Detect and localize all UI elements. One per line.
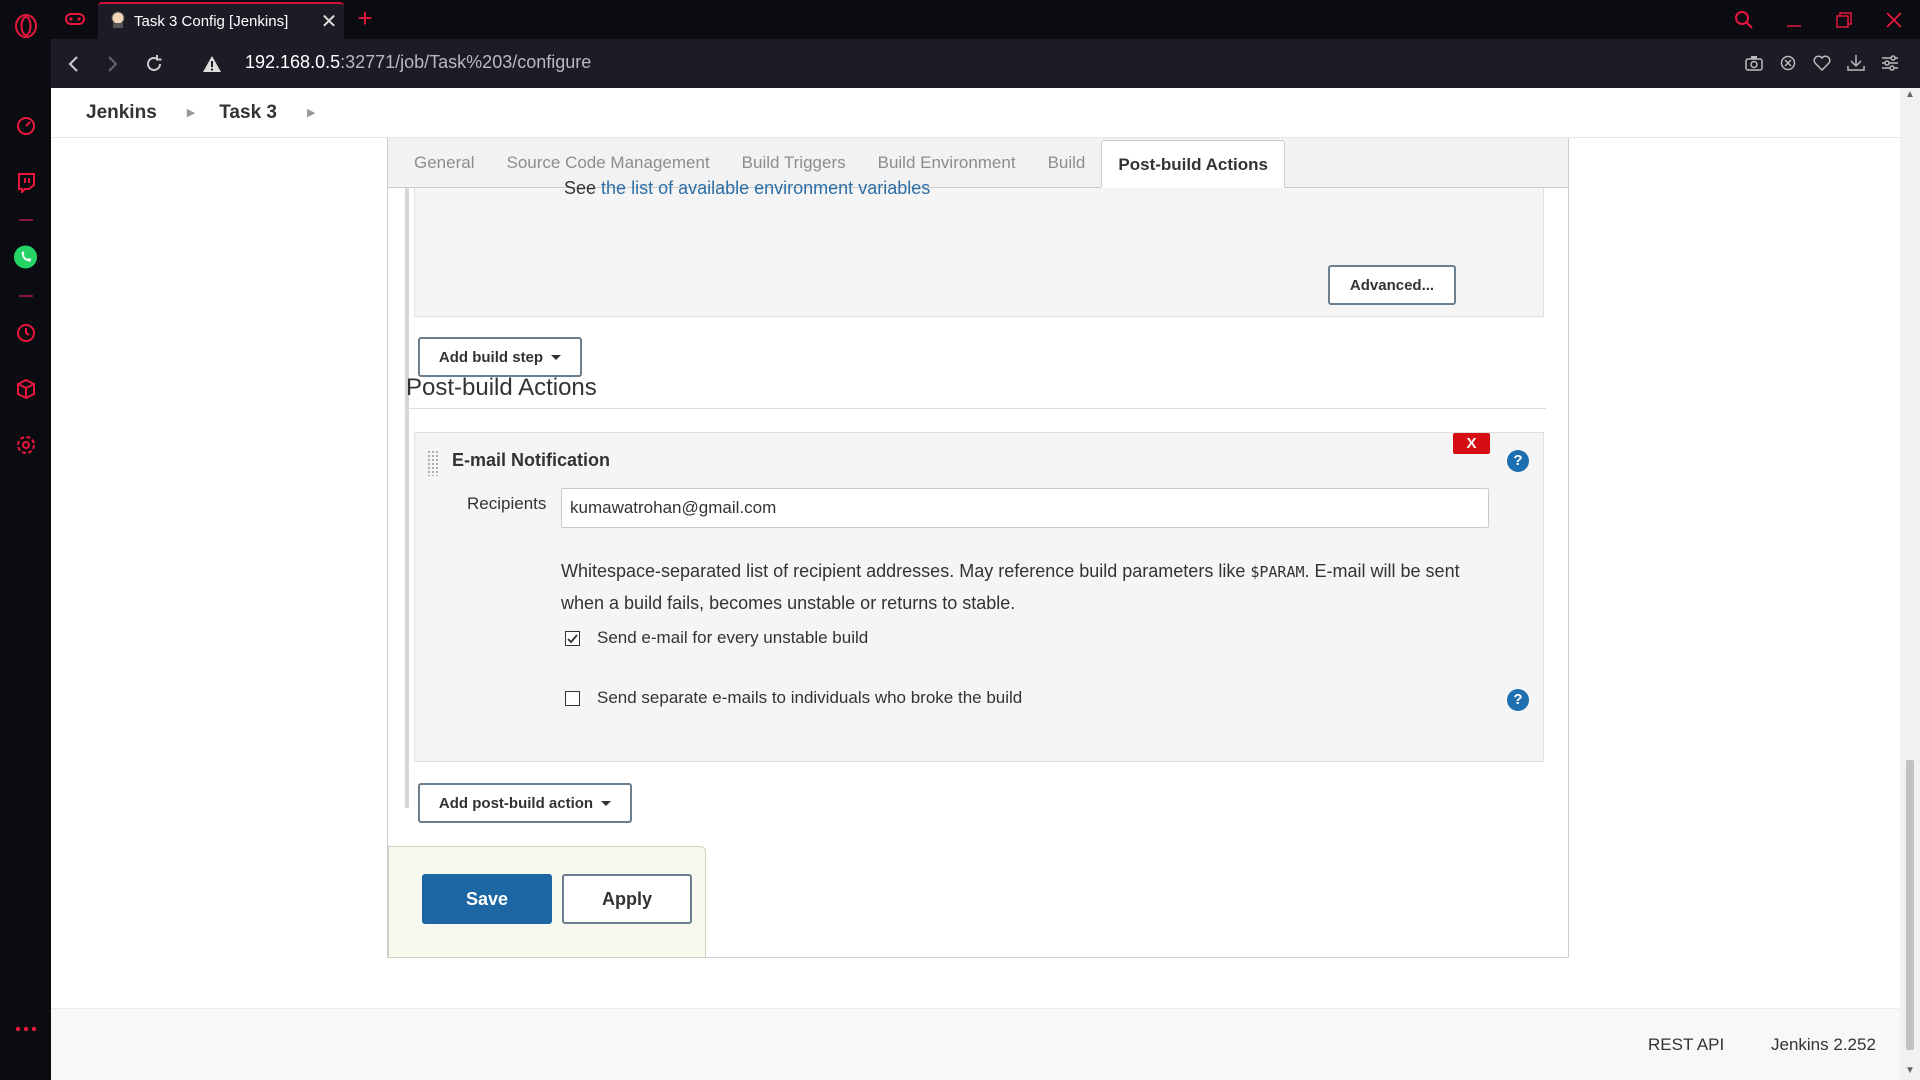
tab-build[interactable]: Build xyxy=(1032,139,1102,187)
dropdown-caret-icon xyxy=(551,354,562,360)
url-field[interactable]: 192.168.0.5:32771/job/Task%203/configure xyxy=(245,52,591,73)
email-notification-title: E-mail Notification xyxy=(452,450,611,470)
unstable-build-label: Send e-mail for every unstable build xyxy=(597,628,869,647)
close-tab-icon[interactable]: ✕ xyxy=(314,9,344,34)
scrollbar-thumb[interactable] xyxy=(1906,760,1914,1050)
separate-emails-label: Send separate e-mails to individuals who… xyxy=(597,688,1023,707)
minimize-icon[interactable] xyxy=(1774,5,1814,35)
jenkins-version: Jenkins 2.252 xyxy=(1771,1035,1876,1054)
twitch-icon[interactable] xyxy=(13,169,38,194)
forward-icon[interactable] xyxy=(97,49,127,79)
settings-icon[interactable] xyxy=(13,432,38,457)
snapshot-icon[interactable] xyxy=(1744,51,1764,75)
scroll-down-icon[interactable]: ▼ xyxy=(1905,1066,1915,1076)
email-notification-panel: E-mail Notification X ? Recipients White… xyxy=(414,432,1544,762)
speed-dial-icon[interactable] xyxy=(13,113,38,138)
back-icon[interactable] xyxy=(59,49,89,79)
help-icon[interactable]: ? xyxy=(1507,689,1529,711)
tab-general[interactable]: General xyxy=(398,139,490,187)
page-scrollbar[interactable]: ▲ ▼ xyxy=(1900,88,1920,1080)
tab-title: Task 3 Config [Jenkins] xyxy=(134,13,289,30)
breadcrumb: Jenkins ▶ Task 3 ▶ xyxy=(51,88,1900,138)
bookmark-heart-icon[interactable] xyxy=(1812,51,1832,75)
warning-icon[interactable] xyxy=(197,49,227,79)
advanced-button[interactable]: Advanced... xyxy=(1328,265,1456,305)
add-build-step-button[interactable]: Add build step xyxy=(418,337,582,377)
download-icon[interactable] xyxy=(1846,51,1866,75)
easy-setup-icon[interactable] xyxy=(1880,51,1900,75)
post-build-section-rail xyxy=(405,432,409,808)
sidebar-separator xyxy=(19,219,33,221)
tab-task3-config[interactable]: Task 3 Config [Jenkins] ✕ xyxy=(98,2,344,39)
new-tab-button[interactable]: + xyxy=(351,4,379,32)
sidebar-separator xyxy=(19,295,33,297)
delete-step-button[interactable]: X xyxy=(1453,433,1490,454)
recipients-help-text: Whitespace-separated list of recipient a… xyxy=(561,561,1460,613)
recipients-label: Recipients xyxy=(467,494,547,513)
breadcrumb-chevron-icon[interactable]: ▶ xyxy=(307,106,315,119)
unstable-build-checkbox[interactable] xyxy=(565,630,580,646)
address-bar-actions xyxy=(1744,51,1900,75)
breadcrumb-chevron-icon[interactable]: ▶ xyxy=(187,106,195,119)
history-icon[interactable] xyxy=(13,320,38,345)
breadcrumb-task3[interactable]: Task 3 xyxy=(219,102,277,124)
drag-handle-icon[interactable] xyxy=(427,450,439,476)
save-apply-bar: Save Apply xyxy=(388,846,706,958)
search-tabs-icon[interactable] xyxy=(1724,5,1764,35)
save-button[interactable]: Save xyxy=(422,874,552,924)
more-icon[interactable] xyxy=(13,1016,38,1041)
apply-button[interactable]: Apply xyxy=(562,874,692,924)
config-form: General Source Code Management Build Tri… xyxy=(387,138,1569,958)
whatsapp-icon[interactable] xyxy=(13,244,38,269)
opera-logo-icon[interactable] xyxy=(13,13,38,38)
param-code: $PARAM xyxy=(1250,563,1305,581)
tab-post-build-actions[interactable]: Post-build Actions xyxy=(1101,140,1285,188)
jenkins-page: Jenkins ▶ Task 3 ▶ General Source Code M… xyxy=(51,88,1900,1080)
restore-icon[interactable] xyxy=(1824,5,1864,35)
help-icon[interactable]: ? xyxy=(1507,450,1529,472)
reload-icon[interactable] xyxy=(139,49,169,79)
scroll-up-icon[interactable]: ▲ xyxy=(1905,90,1915,100)
env-vars-hint: See the list of available environment va… xyxy=(564,178,931,198)
address-bar: 192.168.0.5:32771/job/Task%203/configure xyxy=(51,39,1920,88)
unstable-build-option: Send e-mail for every unstable build xyxy=(565,628,868,648)
extensions-icon[interactable] xyxy=(13,376,38,401)
jenkins-favicon-icon xyxy=(110,11,126,33)
post-build-section-title: Post-build Actions xyxy=(406,374,1546,409)
add-post-build-action-button[interactable]: Add post-build action xyxy=(418,783,632,823)
env-vars-link[interactable]: the list of available environment variab… xyxy=(601,178,930,198)
recipients-input[interactable] xyxy=(561,488,1489,528)
page-footer: REST API Jenkins 2.252 xyxy=(51,1008,1900,1080)
build-section-rail xyxy=(405,188,409,464)
adblock-icon[interactable] xyxy=(1778,51,1798,75)
dropdown-caret-icon xyxy=(601,800,612,806)
close-window-icon[interactable] xyxy=(1874,5,1914,35)
separate-emails-checkbox[interactable] xyxy=(565,690,580,706)
rest-api-link[interactable]: REST API xyxy=(1648,1035,1724,1055)
breadcrumb-jenkins[interactable]: Jenkins xyxy=(86,102,157,124)
browser-sidebar xyxy=(0,0,51,1080)
gx-control-icon[interactable] xyxy=(63,7,87,31)
tab-strip: Task 3 Config [Jenkins] ✕ + xyxy=(51,0,1920,39)
separate-emails-option: Send separate e-mails to individuals who… xyxy=(565,688,1022,708)
